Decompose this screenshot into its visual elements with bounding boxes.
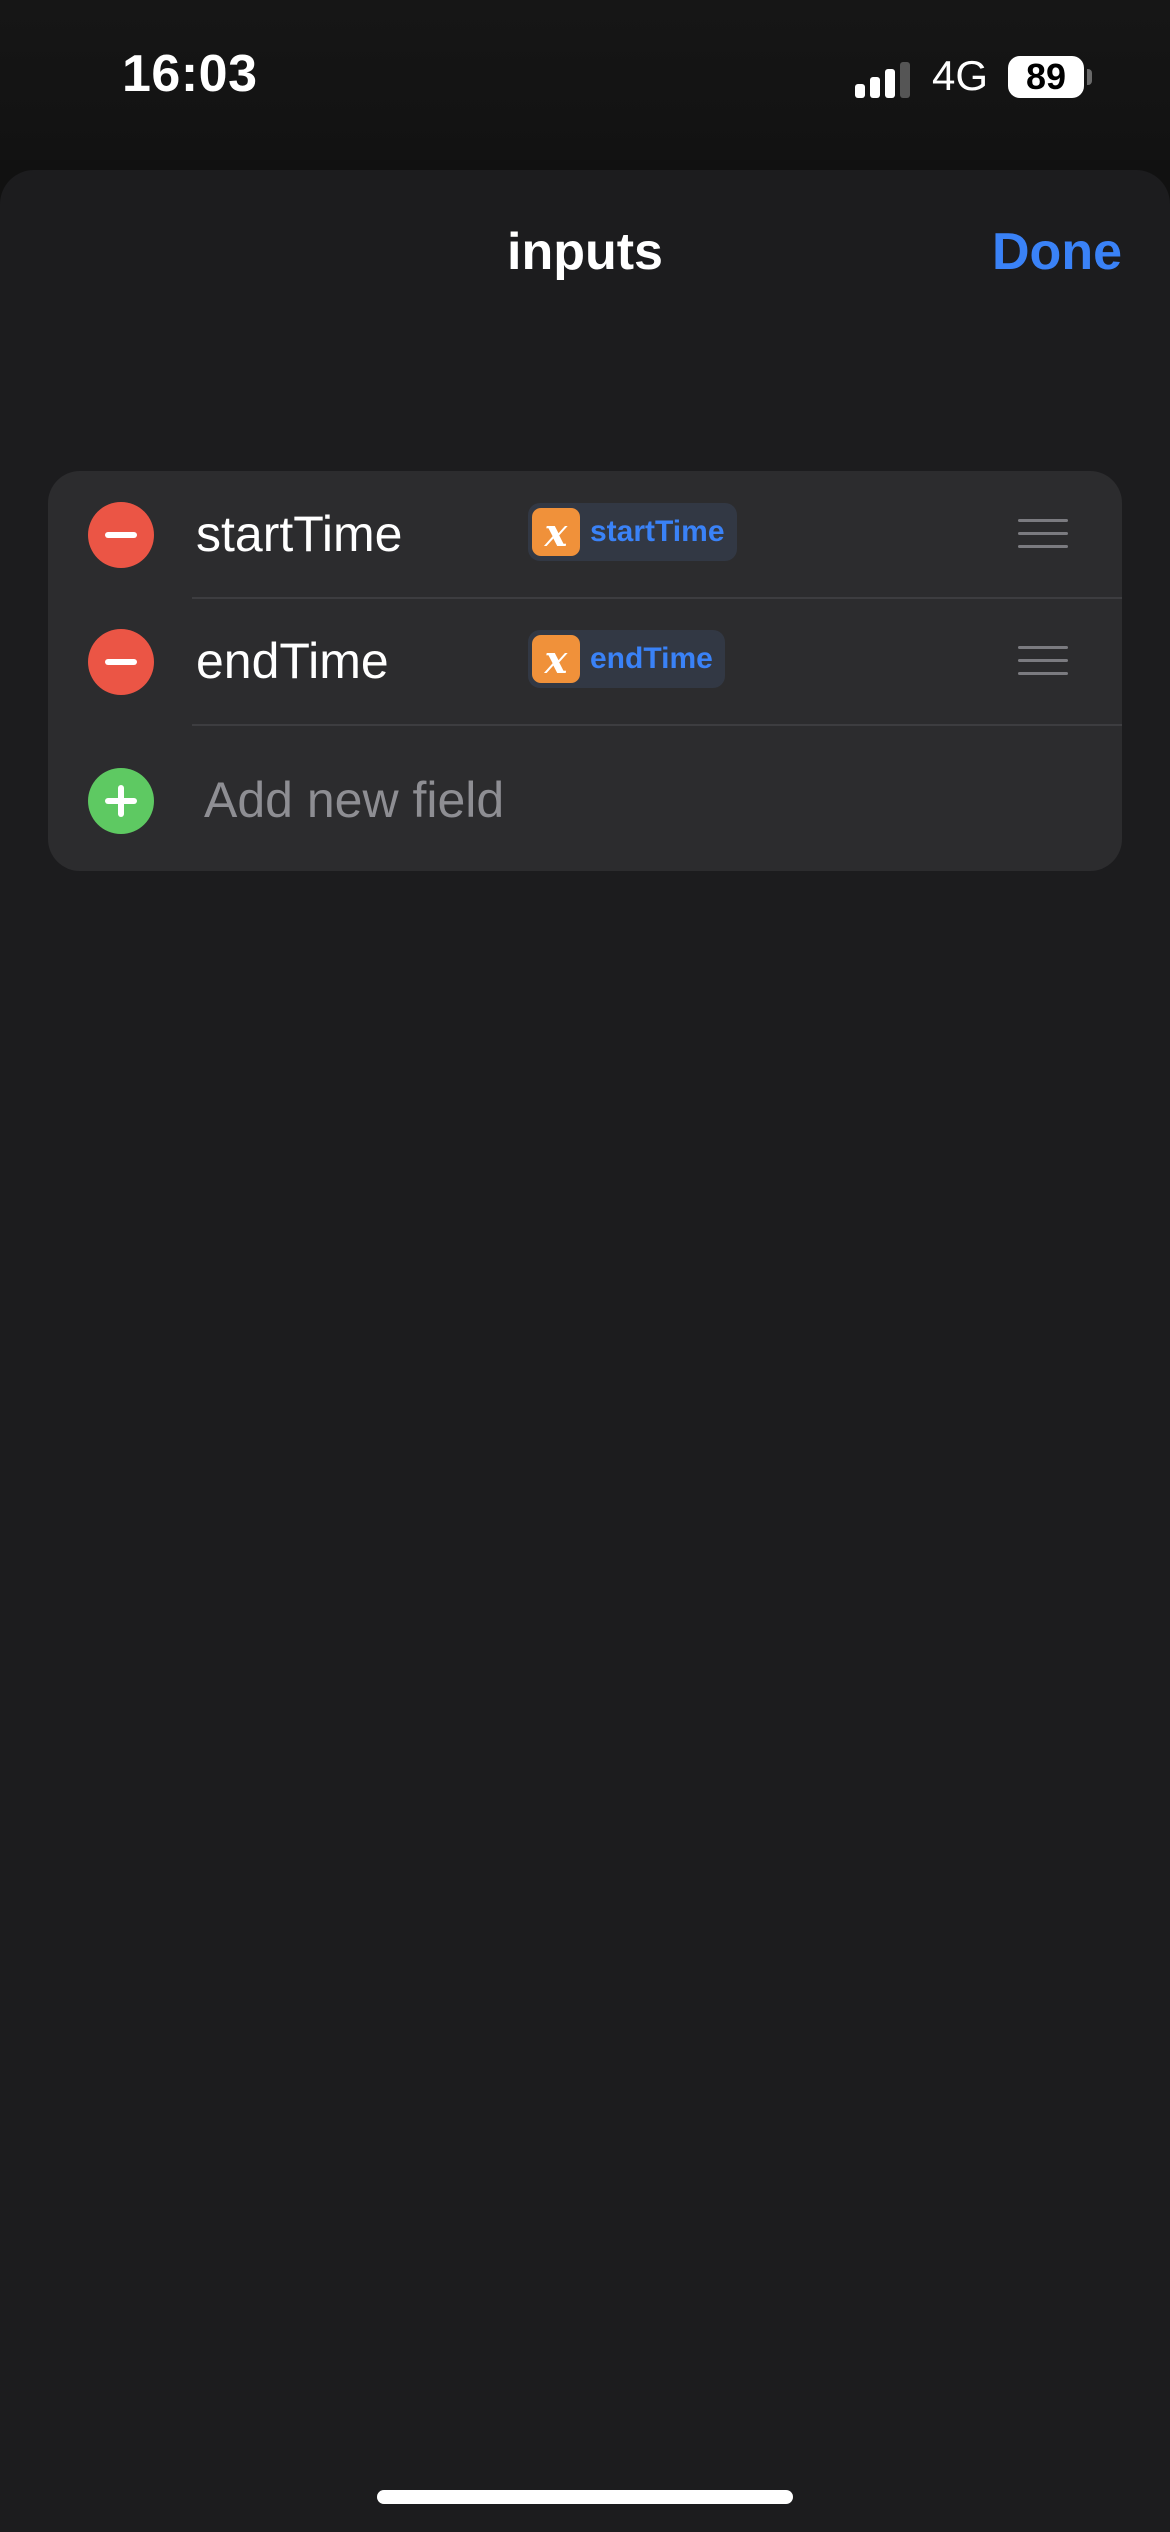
add-field-placeholder[interactable]: Add new field	[204, 771, 504, 829]
network-type: 4G	[932, 52, 989, 99]
reorder-handle-icon[interactable]	[1018, 646, 1068, 676]
variable-token[interactable]: x endTime	[528, 630, 725, 688]
done-button[interactable]: Done	[992, 222, 1122, 282]
variable-token[interactable]: x startTime	[528, 503, 737, 561]
battery-level: 89	[1025, 56, 1067, 97]
reorder-handle-icon[interactable]	[1018, 519, 1068, 549]
remove-field-button[interactable]	[88, 629, 154, 695]
status-bar: 16:03 4G 89	[0, 0, 1170, 160]
fields-list: startTime x startTime endTime x endTime	[48, 471, 1122, 871]
field-name[interactable]: endTime	[196, 632, 389, 690]
variable-icon: x	[532, 635, 580, 683]
battery-cap	[1087, 69, 1092, 85]
add-field-button[interactable]	[88, 768, 154, 834]
add-field-row[interactable]: Add new field	[48, 727, 1122, 871]
status-time: 16:03	[122, 45, 258, 103]
variable-icon: x	[532, 508, 580, 556]
inputs-sheet: inputs Done startTime x startTime endTim…	[0, 170, 1170, 2532]
screen: 16:03 4G 89 inputs Done startTime x star…	[0, 0, 1170, 2532]
field-name[interactable]: startTime	[196, 505, 403, 563]
field-row: startTime x startTime	[48, 471, 1122, 597]
battery-icon: 89	[1008, 56, 1084, 98]
row-divider	[192, 724, 1122, 726]
remove-field-button[interactable]	[88, 502, 154, 568]
field-row: endTime x endTime	[48, 598, 1122, 724]
variable-name: startTime	[590, 515, 725, 548]
home-indicator[interactable]	[377, 2490, 793, 2504]
cellular-signal-icon	[855, 58, 915, 98]
variable-name: endTime	[590, 642, 713, 675]
